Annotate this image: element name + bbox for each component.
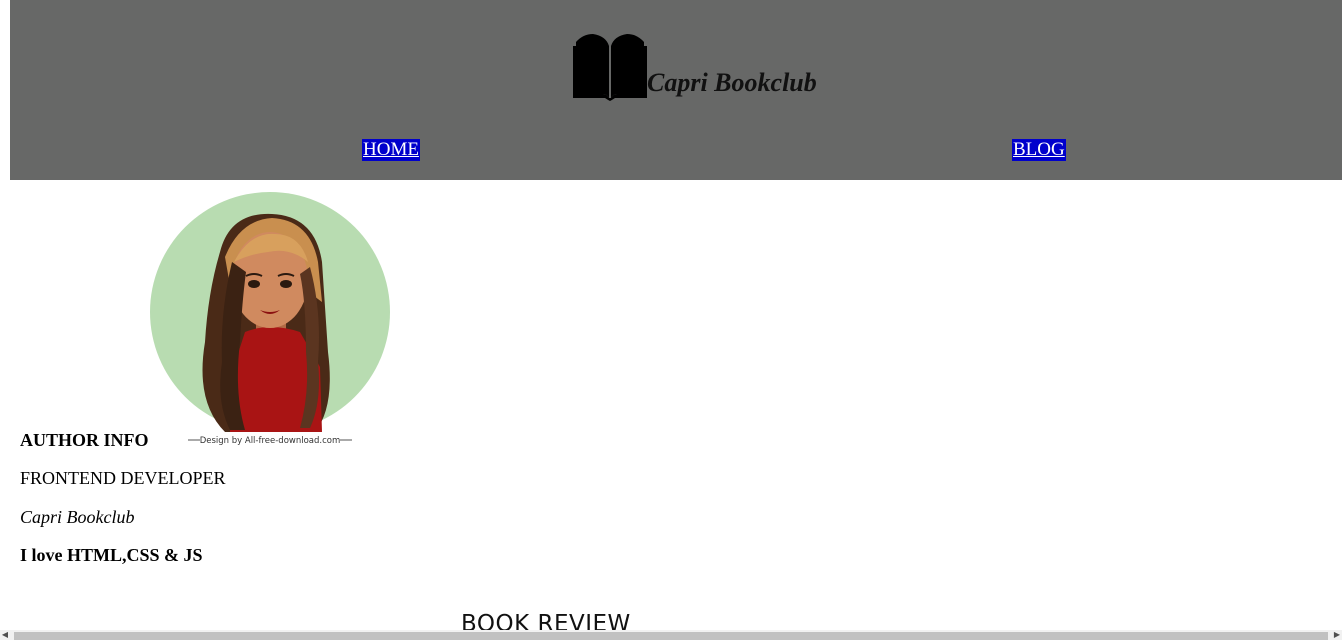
horizontal-scrollbar[interactable]: ◀ ▶ bbox=[0, 630, 1342, 640]
page: Capri Bookclub HOME BLOG Design by All-f… bbox=[0, 0, 1342, 640]
chevron-right-icon[interactable]: ▶ bbox=[1332, 630, 1342, 640]
brand-title: Capri Bookclub bbox=[647, 68, 817, 97]
chevron-left-icon[interactable]: ◀ bbox=[0, 630, 10, 640]
open-book-icon bbox=[573, 34, 647, 101]
scrollbar-thumb[interactable] bbox=[14, 632, 1328, 640]
author-club: Capri Bookclub bbox=[20, 507, 135, 527]
author-avatar: Design by All-free-download.com bbox=[150, 192, 390, 446]
author-role: FRONTEND DEVELOPER bbox=[20, 468, 226, 488]
nav-blog-link[interactable]: BLOG bbox=[1012, 139, 1066, 161]
nav-home-link[interactable]: HOME bbox=[362, 139, 420, 161]
author-info-heading: AUTHOR INFO bbox=[20, 430, 149, 450]
site-header: Capri Bookclub HOME BLOG bbox=[10, 0, 1342, 180]
avatar-credit: Design by All-free-download.com bbox=[200, 436, 341, 446]
author-tagline: I love HTML,CSS & JS bbox=[20, 545, 203, 565]
brand: Capri Bookclub bbox=[573, 22, 817, 102]
